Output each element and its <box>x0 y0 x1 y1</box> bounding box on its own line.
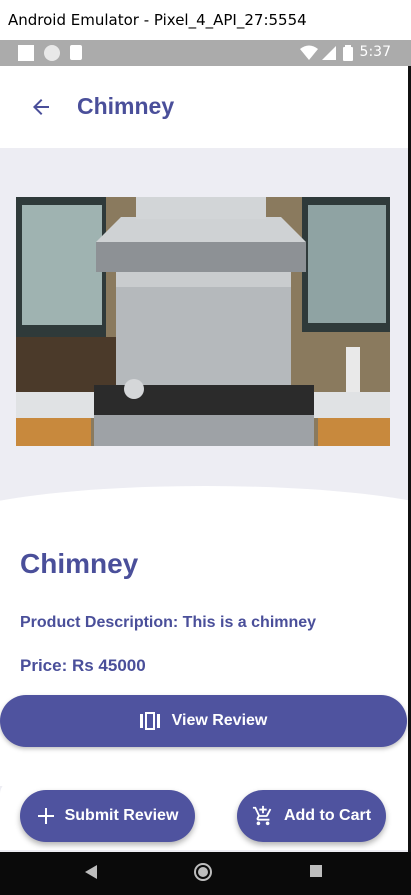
add-shopping-cart-icon <box>252 805 274 827</box>
product-price: Price: Rs 45000 <box>20 656 146 675</box>
product-details: Chimney Product Description: This is a c… <box>0 520 411 685</box>
submit-review-label: Submit Review <box>64 807 179 824</box>
back-button[interactable] <box>22 88 60 126</box>
app-bar: Chimney <box>0 66 411 148</box>
add-to-cart-label: Add to Cart <box>283 807 372 824</box>
product-name: Chimney <box>20 548 139 579</box>
product-image <box>16 197 390 446</box>
view-review-label: View Review <box>171 712 268 729</box>
nav-back-icon[interactable] <box>84 864 98 880</box>
sd-card-icon <box>70 45 82 60</box>
view-review-button[interactable]: View Review <box>0 695 407 747</box>
wifi-icon <box>300 45 318 60</box>
battery-icon <box>343 45 353 61</box>
page-title: Chimney <box>77 93 175 119</box>
plus-icon <box>37 807 55 825</box>
product-description: Product Description: This is a chimney <box>20 614 317 631</box>
nav-recents-icon[interactable] <box>309 864 323 878</box>
emulator-window-title: Android Emulator - Pixel_4_API_27:5554 <box>0 0 411 40</box>
nav-home-icon[interactable] <box>193 862 213 882</box>
system-nav-bar <box>0 852 411 895</box>
arrow-back-icon <box>33 99 49 115</box>
phone-screen: 5:37 Chimney Chimney Product Description… <box>0 40 411 895</box>
sync-icon <box>44 45 60 61</box>
submit-review-button[interactable]: Submit Review <box>20 790 195 842</box>
cell-signal-icon <box>322 46 336 60</box>
view-carousel-icon <box>139 712 160 730</box>
notification-icon <box>18 45 34 61</box>
status-bar: 5:37 <box>0 40 411 66</box>
status-time: 5:37 <box>359 44 391 60</box>
add-to-cart-button[interactable]: Add to Cart <box>237 790 386 842</box>
